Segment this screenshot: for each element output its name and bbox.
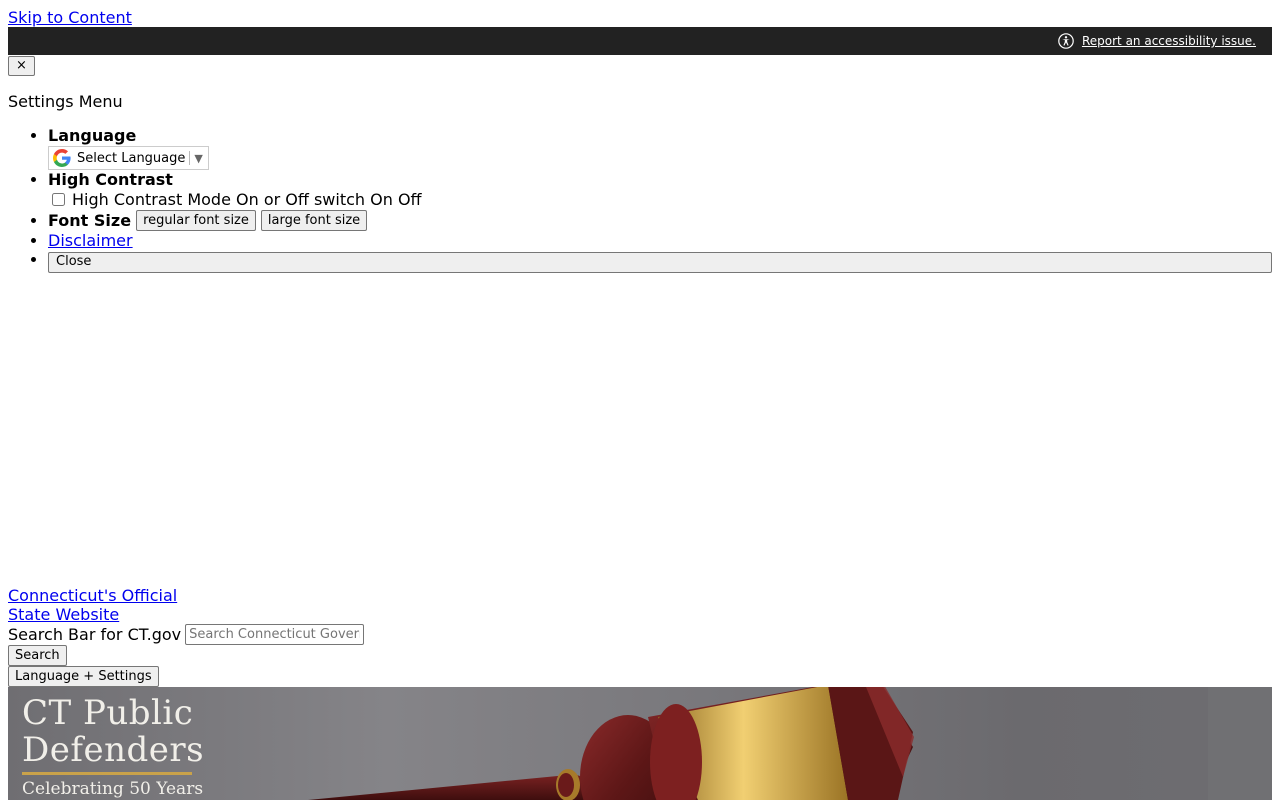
settings-menu-title: Settings Menu	[8, 92, 123, 111]
hero-banner: CT Public Defenders Celebrating 50 Years	[8, 687, 1272, 800]
high-contrast-checkbox[interactable]	[52, 193, 65, 206]
logo-gold-rule	[22, 772, 192, 775]
language-select-label: Select Language	[77, 150, 186, 166]
font-size-heading: Font Size	[48, 211, 132, 230]
language-settings-button[interactable]: Language + Settings	[8, 666, 159, 687]
settings-item-close: Close	[48, 250, 1272, 273]
settings-item-disclaimer: Disclaimer	[48, 231, 1272, 250]
regular-font-size-button[interactable]: regular font size	[136, 210, 256, 231]
ct-public-defenders-logo: CT Public Defenders Celebrating 50 Years	[22, 695, 204, 799]
report-accessibility-label: Report an accessibility issue.	[1081, 34, 1256, 48]
accessibility-icon	[1058, 33, 1074, 49]
official-line-2: State Website	[8, 605, 120, 624]
font-size-row: Font Size regular font size large font s…	[48, 210, 1272, 231]
high-contrast-label: High Contrast Mode On or Off switch On O…	[72, 190, 422, 209]
accessibility-bar: Report an accessibility issue.	[8, 27, 1272, 55]
large-font-size-button[interactable]: large font size	[260, 210, 368, 231]
settings-close-button[interactable]: Close	[48, 251, 1272, 273]
search-input[interactable]	[185, 624, 365, 645]
settings-item-font-size: Font Size regular font size large font s…	[48, 210, 1272, 231]
search-label: Search Bar for CT.gov	[8, 625, 182, 644]
logo-tagline: Celebrating 50 Years	[22, 779, 204, 799]
search-row: Search Bar for CT.gov	[8, 624, 365, 645]
settings-list: Language Select Language ▼ High Contrast…	[8, 126, 1272, 273]
high-contrast-heading: High Contrast	[48, 170, 173, 189]
language-select[interactable]: Select Language ▼	[48, 146, 209, 170]
high-contrast-row: High Contrast Mode On or Off switch On O…	[48, 189, 1272, 210]
settings-item-high-contrast: High Contrast High Contrast Mode On or O…	[48, 170, 1272, 210]
chevron-down-icon: ▼	[194, 151, 203, 165]
skip-to-content-link[interactable]: Skip to Content	[8, 8, 132, 27]
report-accessibility-link[interactable]: Report an accessibility issue.	[1058, 31, 1256, 51]
search-button[interactable]: Search	[8, 645, 67, 666]
logo-line-2: Defenders	[22, 730, 205, 770]
settings-close-x-button[interactable]: ×	[8, 56, 35, 76]
language-select-divider	[189, 151, 191, 165]
page: Skip to Content Report an accessibility …	[0, 0, 1280, 800]
language-heading: Language	[48, 126, 137, 145]
settings-item-language: Language Select Language ▼	[48, 126, 1272, 170]
google-icon	[53, 149, 71, 167]
logo-line-1: CT Public	[22, 693, 194, 733]
official-line-1: Connecticut's Official	[8, 586, 178, 605]
banner-edge	[1208, 687, 1272, 800]
ct-official-website-link[interactable]: Connecticut's Official State Website	[8, 586, 177, 624]
disclaimer-link[interactable]: Disclaimer	[48, 231, 133, 250]
